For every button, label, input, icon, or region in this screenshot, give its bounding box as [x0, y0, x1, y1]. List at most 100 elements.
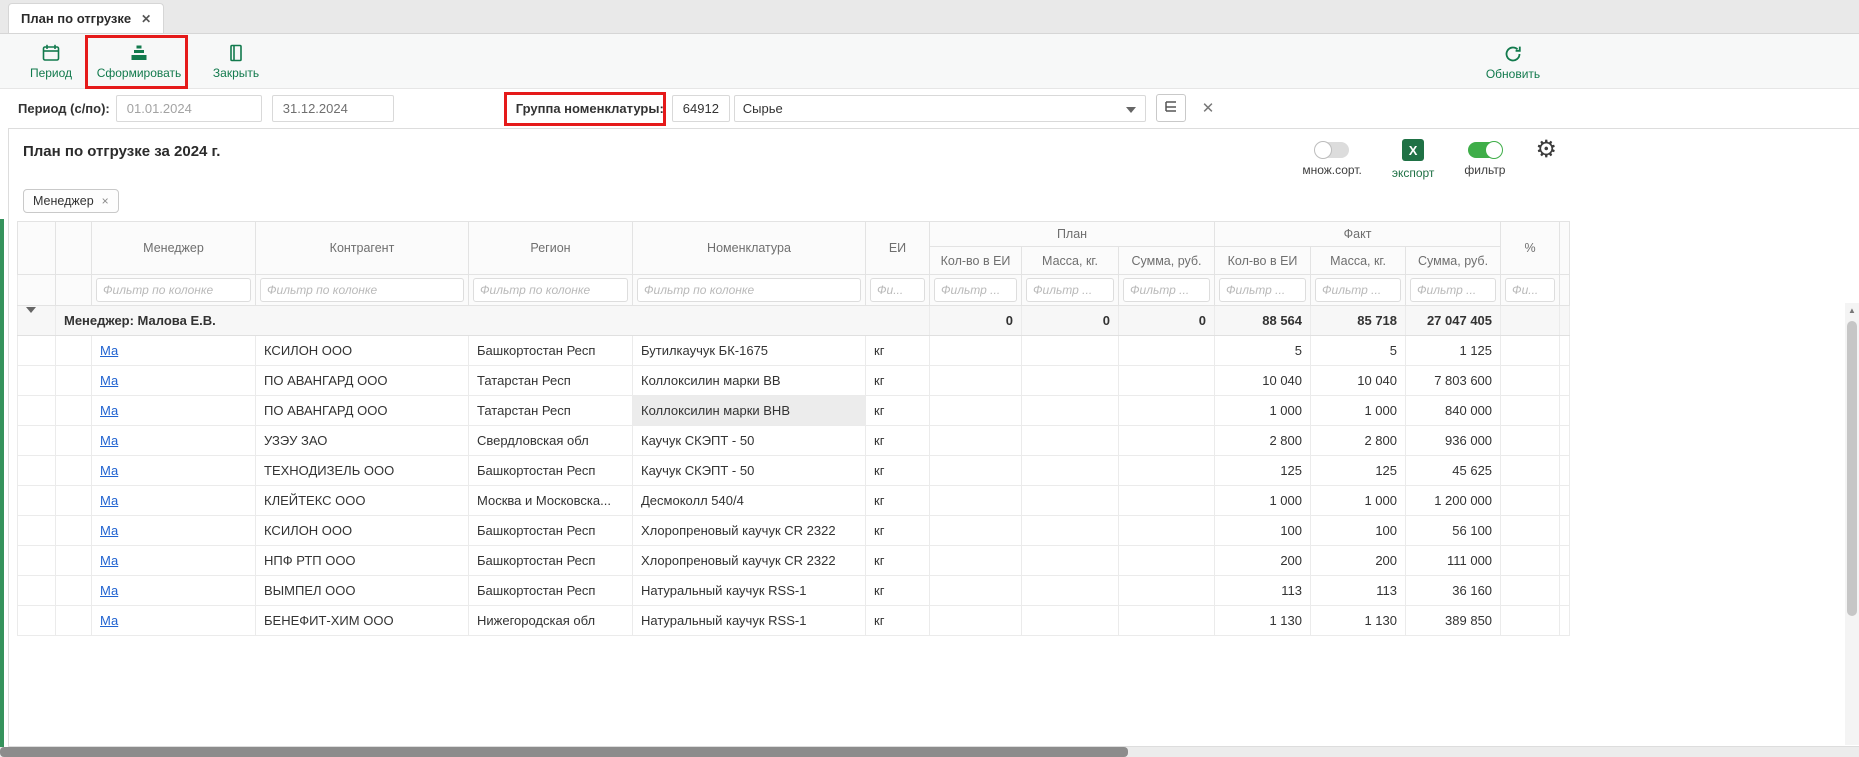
manager-link[interactable]: Ма: [100, 493, 118, 508]
unit-cell[interactable]: кг: [866, 426, 930, 456]
column-header-fact-mass[interactable]: Масса, кг.: [1311, 247, 1406, 275]
vertical-scrollbar-thumb[interactable]: [1847, 321, 1857, 616]
tab-plan-po-otgruzke[interactable]: План по отгрузке ✕: [8, 3, 164, 33]
column-header-percent[interactable]: %: [1501, 222, 1560, 275]
nomenclature-cell[interactable]: Каучук СКЭПТ - 50: [633, 456, 866, 486]
hierarchy-button[interactable]: [1156, 94, 1186, 122]
fact-sum-cell[interactable]: 7 803 600: [1406, 366, 1501, 396]
column-header-contragent[interactable]: Контрагент: [256, 222, 469, 275]
fact-mass-cell[interactable]: 10 040: [1311, 366, 1406, 396]
fact-qty-cell[interactable]: 1 000: [1215, 396, 1311, 426]
region-cell[interactable]: Башкортостан Респ: [469, 336, 633, 366]
region-cell[interactable]: Татарстан Респ: [469, 396, 633, 426]
fact-qty-cell[interactable]: 1 130: [1215, 606, 1311, 636]
gear-icon[interactable]: ⚙: [1535, 139, 1557, 161]
close-button[interactable]: Закрыть: [206, 37, 266, 85]
fact-mass-cell[interactable]: 100: [1311, 516, 1406, 546]
unit-cell[interactable]: кг: [866, 486, 930, 516]
excel-icon[interactable]: X: [1402, 139, 1424, 161]
unit-cell[interactable]: кг: [866, 546, 930, 576]
period-button[interactable]: Период: [22, 37, 80, 85]
fact-sum-cell[interactable]: 45 625: [1406, 456, 1501, 486]
fact-mass-cell[interactable]: 113: [1311, 576, 1406, 606]
group-row-label[interactable]: Менеджер: Малова Е.В.: [56, 306, 930, 336]
column-header-fact-sum[interactable]: Сумма, руб.: [1406, 247, 1501, 275]
filter-input-fact-sum[interactable]: [1410, 278, 1496, 302]
fact-sum-cell[interactable]: 389 850: [1406, 606, 1501, 636]
horizontal-scrollbar-thumb[interactable]: [0, 747, 1128, 757]
fact-sum-cell[interactable]: 36 160: [1406, 576, 1501, 606]
fact-mass-cell[interactable]: 1 000: [1311, 486, 1406, 516]
unit-cell[interactable]: кг: [866, 396, 930, 426]
group-code-input[interactable]: [672, 95, 730, 122]
filter-input-fact-qty[interactable]: [1219, 278, 1306, 302]
nomenclature-cell[interactable]: Бутилкаучук БК-1675: [633, 336, 866, 366]
nomenclature-cell[interactable]: Десмоколл 540/4: [633, 486, 866, 516]
filter-input-unit[interactable]: [870, 278, 925, 302]
fact-sum-cell[interactable]: 56 100: [1406, 516, 1501, 546]
filter-input-nomenclature[interactable]: [637, 278, 861, 302]
refresh-button[interactable]: Обновить: [1481, 38, 1545, 86]
generate-button[interactable]: Сформировать: [90, 37, 188, 85]
group-combobox[interactable]: Сырье: [734, 95, 1146, 122]
fact-qty-cell[interactable]: 10 040: [1215, 366, 1311, 396]
unit-cell[interactable]: кг: [866, 456, 930, 486]
fact-qty-cell[interactable]: 200: [1215, 546, 1311, 576]
column-header-region[interactable]: Регион: [469, 222, 633, 275]
filter-input-plan-mass[interactable]: [1026, 278, 1114, 302]
fact-sum-cell[interactable]: 936 000: [1406, 426, 1501, 456]
nomenclature-cell[interactable]: Хлоропреновый каучук CR 2322: [633, 546, 866, 576]
region-cell[interactable]: Башкортостан Респ: [469, 516, 633, 546]
fact-qty-cell[interactable]: 1 000: [1215, 486, 1311, 516]
column-header-plan-qty[interactable]: Кол-во в ЕИ: [930, 247, 1022, 275]
filter-toggle-control[interactable]: фильтр: [1464, 139, 1505, 177]
manager-link[interactable]: Ма: [100, 403, 118, 418]
filter-toggle-icon[interactable]: [1468, 142, 1502, 158]
manager-link[interactable]: Ма: [100, 373, 118, 388]
column-header-fact-qty[interactable]: Кол-во в ЕИ: [1215, 247, 1311, 275]
fact-mass-cell[interactable]: 200: [1311, 546, 1406, 576]
fact-sum-cell[interactable]: 1 125: [1406, 336, 1501, 366]
multisort-toggle-control[interactable]: множ.сорт.: [1302, 139, 1362, 177]
filter-input-plan-qty[interactable]: [934, 278, 1017, 302]
unit-cell[interactable]: кг: [866, 606, 930, 636]
settings-control[interactable]: ⚙: [1535, 139, 1557, 161]
fact-sum-cell[interactable]: 1 200 000: [1406, 486, 1501, 516]
collapse-arrow-icon[interactable]: [26, 307, 36, 328]
region-cell[interactable]: Башкортостан Респ: [469, 546, 633, 576]
column-header-nomenclature[interactable]: Номенклатура: [633, 222, 866, 275]
contragent-cell[interactable]: НПФ РТП ООО: [256, 546, 469, 576]
clear-group-button[interactable]: ✕: [1202, 99, 1215, 117]
contragent-cell[interactable]: ПО АВАНГАРД ООО: [256, 396, 469, 426]
manager-link[interactable]: Ма: [100, 433, 118, 448]
fact-mass-cell[interactable]: 1 000: [1311, 396, 1406, 426]
filter-input-plan-sum[interactable]: [1123, 278, 1210, 302]
region-cell[interactable]: Москва и Московска...: [469, 486, 633, 516]
chip-close-icon[interactable]: ×: [102, 194, 109, 208]
filter-input-manager[interactable]: [96, 278, 251, 302]
nomenclature-cell[interactable]: Натуральный каучук RSS-1: [633, 606, 866, 636]
unit-cell[interactable]: кг: [866, 366, 930, 396]
manager-link[interactable]: Ма: [100, 523, 118, 538]
filter-input-fact-mass[interactable]: [1315, 278, 1401, 302]
horizontal-scrollbar[interactable]: [0, 747, 1859, 757]
column-header-plan-sum[interactable]: Сумма, руб.: [1119, 247, 1215, 275]
unit-cell[interactable]: кг: [866, 336, 930, 366]
fact-sum-cell[interactable]: 111 000: [1406, 546, 1501, 576]
region-cell[interactable]: Башкортостан Респ: [469, 456, 633, 486]
nomenclature-cell[interactable]: Натуральный каучук RSS-1: [633, 576, 866, 606]
date-from-input[interactable]: [116, 95, 262, 122]
contragent-cell[interactable]: КСИЛОН ООО: [256, 336, 469, 366]
fact-qty-cell[interactable]: 2 800: [1215, 426, 1311, 456]
column-header-plan-mass[interactable]: Масса, кг.: [1022, 247, 1119, 275]
column-header-manager[interactable]: Менеджер: [92, 222, 256, 275]
region-cell[interactable]: Свердловская обл: [469, 426, 633, 456]
manager-link[interactable]: Ма: [100, 583, 118, 598]
manager-link[interactable]: Ма: [100, 553, 118, 568]
contragent-cell[interactable]: БЕНЕФИТ-ХИМ ООО: [256, 606, 469, 636]
unit-cell[interactable]: кг: [866, 576, 930, 606]
region-cell[interactable]: Татарстан Респ: [469, 366, 633, 396]
multisort-toggle-icon[interactable]: [1315, 142, 1349, 158]
fact-mass-cell[interactable]: 5: [1311, 336, 1406, 366]
fact-mass-cell[interactable]: 1 130: [1311, 606, 1406, 636]
